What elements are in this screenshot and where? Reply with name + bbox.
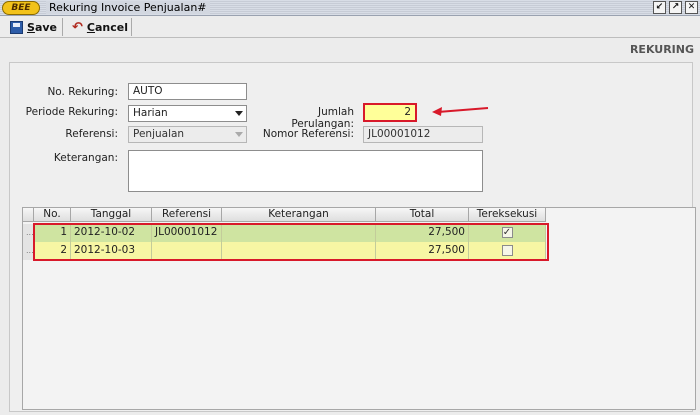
save-label: Save [27, 20, 57, 34]
restore-icon[interactable]: ↙ [653, 1, 666, 14]
nomor-referensi-label: Nomor Referensi: [262, 128, 354, 140]
chevron-down-icon [235, 111, 243, 116]
floppy-disk-icon [10, 20, 23, 34]
keterangan-label: Keterangan: [53, 152, 118, 164]
referensi-label: Referensi: [65, 128, 118, 140]
nomor-referensi-field: JL00001012 [363, 126, 483, 143]
no-rekuring-label: No. Rekuring: [47, 86, 118, 98]
toolbar-divider [131, 18, 132, 36]
rows-highlight-box [33, 223, 549, 261]
row-handle-header [23, 208, 34, 222]
window-controls: ↙ ↗ ✕ [653, 1, 698, 14]
chevron-down-icon [235, 132, 243, 137]
undo-arrow-icon: ↶ [72, 19, 83, 35]
window-titlebar: BEE Rekuring Invoice Penjualan# ↙ ↗ ✕ [0, 0, 700, 16]
jumlah-perulangan-label: Jumlah Perulangan: [291, 106, 354, 130]
column-header-no[interactable]: No. [34, 208, 71, 222]
close-icon[interactable]: ✕ [685, 1, 698, 14]
periode-rekuring-value: Harian [133, 107, 168, 119]
jumlah-perulangan-field[interactable]: 2 [363, 103, 417, 122]
column-header-tereksekusi[interactable]: Tereksekusi [469, 208, 546, 222]
bee-logo: BEE [2, 1, 40, 15]
toolbar-divider [62, 18, 63, 36]
annotation-arrow-icon [432, 107, 489, 116]
keterangan-textarea[interactable] [128, 150, 483, 192]
save-button[interactable]: Save [6, 18, 61, 36]
column-header-referensi[interactable]: Referensi [152, 208, 222, 222]
column-header-total[interactable]: Total [376, 208, 469, 222]
cancel-label: Cancel [86, 20, 128, 34]
window-title: Rekuring Invoice Penjualan# [46, 1, 210, 14]
column-header-keterangan[interactable]: Keterangan [222, 208, 376, 222]
table-header: No. Tanggal Referensi Keterangan Total T… [23, 208, 546, 222]
column-header-tanggal[interactable]: Tanggal [71, 208, 152, 222]
maximize-icon[interactable]: ↗ [669, 1, 682, 14]
section-title: REKURING [629, 43, 694, 56]
toolbar: Save ↶ Cancel [0, 16, 700, 38]
periode-rekuring-label: Periode Rekuring: [25, 106, 118, 118]
periode-rekuring-select[interactable]: Harian [128, 105, 247, 122]
referensi-value: Penjualan [133, 128, 185, 140]
cancel-button[interactable]: ↶ Cancel [68, 18, 132, 36]
no-rekuring-field[interactable]: AUTO [128, 83, 247, 100]
referensi-select: Penjualan [128, 126, 247, 143]
